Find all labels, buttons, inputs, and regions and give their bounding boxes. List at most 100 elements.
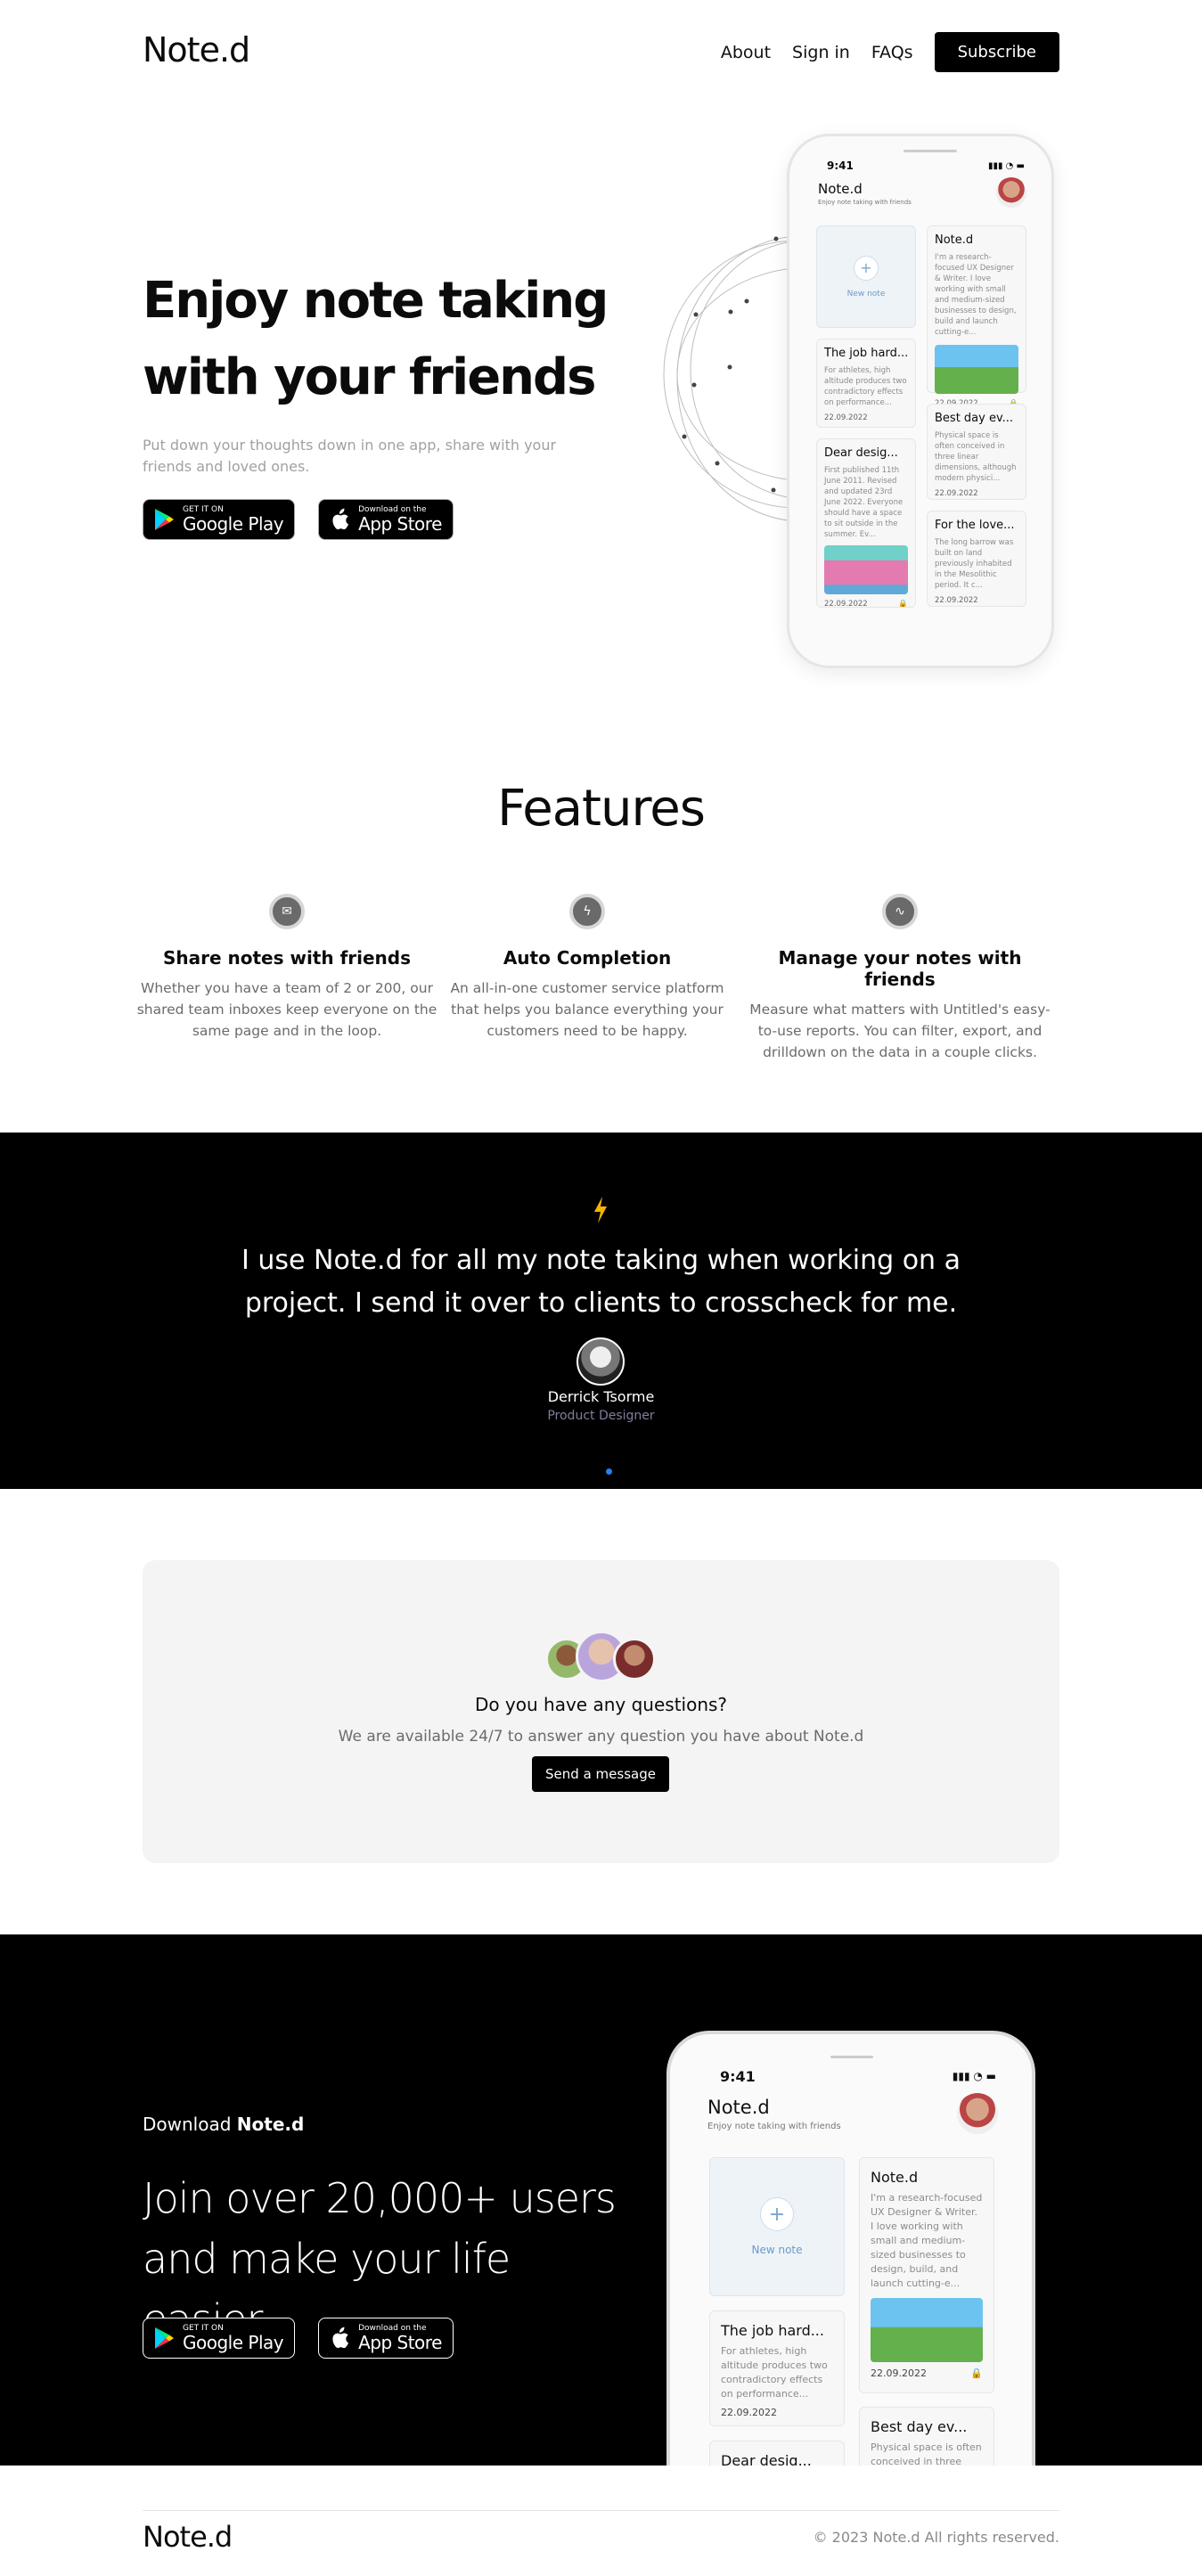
- footer-divider: [143, 2510, 1059, 2511]
- note-image-sofa: [824, 545, 908, 594]
- note-date: 22.09.2022: [824, 413, 868, 422]
- feature-title: Auto Completion: [503, 947, 672, 969]
- mail-icon: ✉: [269, 894, 305, 929]
- note-card[interactable]: Note.d I'm a research-focused UX Designe…: [859, 2157, 994, 2393]
- note-body: For athletes, high altitude produces two…: [824, 366, 907, 407]
- questions-subtitle: We are available 24/7 to answer any ques…: [338, 1728, 864, 1746]
- user-avatar[interactable]: [957, 2093, 998, 2134]
- app-subtitle: Enjoy note taking with friends: [707, 2122, 841, 2131]
- note-title: For the love...: [935, 519, 1015, 532]
- feature-share-notes: ✉ Share notes with friends Whether you h…: [135, 894, 438, 1042]
- google-play-icon: [152, 2326, 176, 2351]
- apple-icon: [328, 507, 351, 532]
- google-play-button[interactable]: GET IT ON Google Play: [143, 2318, 296, 2359]
- testimonial-name: Derrick Tsorme: [547, 1388, 655, 1405]
- note-card[interactable]: Best day ev... Physical space is often c…: [859, 2407, 994, 2466]
- feature-description: Measure what matters with Untitled's eas…: [749, 1002, 1051, 1060]
- questions-card: Do you have any questions? We are availa…: [143, 1560, 1059, 1863]
- note-date: 22.09.2022: [721, 2407, 777, 2418]
- nav-about[interactable]: About: [721, 43, 771, 62]
- note-image-house: [871, 2298, 983, 2362]
- note-body: For athletes, high altitude produces two…: [721, 2345, 828, 2400]
- note-date: 22.09.2022: [824, 600, 868, 608]
- note-card[interactable]: Note.d I'm a research-focused UX Designe…: [927, 225, 1026, 408]
- note-date: 22.09.2022: [935, 489, 978, 498]
- note-date: 22.09.2022: [871, 2367, 927, 2379]
- note-card[interactable]: The job hard... For athletes, high altit…: [709, 2310, 845, 2426]
- note-card[interactable]: For the love... The long barrow was buil…: [927, 511, 1026, 607]
- note-body: First published 11th June 2011. Revised …: [824, 466, 904, 539]
- feature-manage-notes: ∿ Manage your notes with friends Measure…: [743, 894, 1057, 1063]
- note-title: Dear desig...: [721, 2452, 812, 2466]
- plus-icon: +: [854, 255, 879, 281]
- note-title: The job hard...: [721, 2322, 824, 2339]
- status-icons: ▮▮▮ ◔ ▬: [952, 2070, 996, 2082]
- note-card[interactable]: Best day ev... Physical space is often c…: [927, 404, 1026, 500]
- app-store-label: App Store: [358, 513, 442, 535]
- note-title: Dear desig...: [824, 446, 898, 460]
- phone-speaker: [830, 2056, 873, 2058]
- note-card[interactable]: Dear desig...: [709, 2441, 845, 2466]
- note-image-house: [935, 345, 1018, 394]
- logo[interactable]: Note.d: [143, 30, 250, 70]
- feature-title: Manage your notes with friends: [778, 947, 1022, 990]
- note-title: The job hard...: [824, 347, 908, 360]
- lock-icon: 🔒: [898, 600, 908, 608]
- note-title: Note.d: [871, 2169, 919, 2186]
- phone-speaker: [904, 150, 957, 152]
- support-avatar-3: [613, 1638, 656, 1681]
- note-title: Best day ev...: [935, 412, 1014, 425]
- carousel-dot[interactable]: [606, 1468, 612, 1475]
- app-title: Note.d: [707, 2097, 770, 2118]
- user-avatar[interactable]: [996, 177, 1026, 208]
- status-icons: ▮▮▮ ◔ ▬: [987, 161, 1025, 171]
- new-note-card[interactable]: + New note: [709, 2157, 845, 2296]
- app-store-label: App Store: [358, 2332, 442, 2353]
- questions-title: Do you have any questions?: [474, 1694, 728, 1715]
- new-note-label: New note: [846, 289, 886, 298]
- google-play-button[interactable]: GET IT ON Google Play: [143, 499, 296, 540]
- testimonial-avatar: [576, 1337, 625, 1386]
- feature-description: Whether you have a team of 2 or 200, our…: [136, 980, 437, 1039]
- note-date: 22.09.2022: [935, 596, 978, 605]
- note-card[interactable]: Dear desig... First published 11th June …: [816, 438, 916, 608]
- testimonial-section: I use Note.d for all my note taking when…: [0, 1133, 1202, 1489]
- footer-copyright: © 2023 Note.d All rights reserved.: [813, 2529, 1059, 2546]
- note-body: I'm a research-focused UX Designer & Wri…: [935, 253, 1017, 337]
- testimonial-quote: I use Note.d for all my note taking when…: [241, 1245, 961, 1319]
- store-buttons: GET IT ON Google Play Download on the App …: [143, 499, 454, 540]
- note-body: The long barrow was built on land previo…: [935, 538, 1014, 590]
- status-time: 9:41: [720, 2068, 756, 2085]
- new-note-label: New note: [751, 2244, 803, 2256]
- app-store-button[interactable]: Download on the App Store: [318, 499, 454, 540]
- footer-logo[interactable]: Note.d: [143, 2520, 233, 2554]
- activity-icon: ∿: [882, 894, 918, 929]
- note-body: Physical space is often conceived in thr…: [935, 431, 1017, 483]
- nav-sign-in[interactable]: Sign in: [792, 43, 850, 62]
- new-note-card[interactable]: + New note: [816, 225, 916, 328]
- nav-faqs[interactable]: FAQs: [871, 43, 913, 62]
- download-section: Download Note.d Join over 20,000+ users …: [0, 1934, 1202, 2466]
- apple-icon: [328, 2326, 351, 2351]
- note-body: Physical space is often conceived in thr…: [871, 2441, 982, 2466]
- feature-description: An all-in-one customer service platform …: [450, 980, 724, 1039]
- note-title: Best day ev...: [871, 2418, 968, 2435]
- feature-auto-completion: ϟ Auto Completion An all-in-one customer…: [436, 894, 739, 1042]
- plus-icon: +: [760, 2197, 794, 2231]
- store-buttons-download: GET IT ON Google Play Download on the App …: [143, 2318, 454, 2359]
- lock-icon: 🔒: [970, 2367, 983, 2379]
- status-time: 9:41: [827, 159, 854, 172]
- note-card[interactable]: The job hard... For athletes, high altit…: [816, 339, 916, 428]
- send-message-button[interactable]: Send a message: [532, 1756, 669, 1792]
- note-body: I'm a research-focused UX Designer & Wri…: [871, 2192, 983, 2289]
- google-play-label: Google Play: [183, 513, 284, 535]
- testimonial-role: Product Designer: [547, 1409, 655, 1423]
- phone-mockup-large: 9:41 ▮▮▮ ◔ ▬ Note.d Enjoy note taking wi…: [666, 2031, 1035, 2466]
- feature-title: Share notes with friends: [162, 947, 412, 969]
- app-title: Note.d: [818, 181, 863, 197]
- features-title: Features: [497, 780, 706, 838]
- note-title: Note.d: [935, 233, 974, 247]
- subscribe-button[interactable]: Subscribe: [934, 32, 1059, 72]
- hero-title: Enjoy note taking with your friends: [143, 272, 609, 406]
- app-store-button[interactable]: Download on the App Store: [318, 2318, 454, 2359]
